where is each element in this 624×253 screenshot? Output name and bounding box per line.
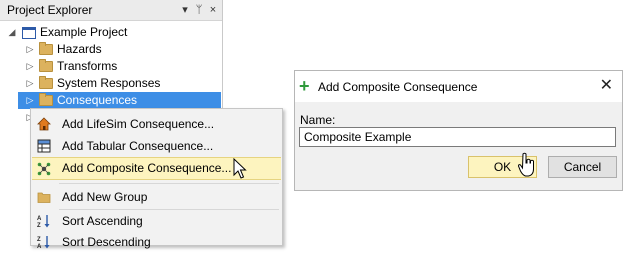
project-icon (22, 27, 36, 39)
menu-item-label: Add LifeSim Consequence... (62, 117, 215, 131)
tree-item-consequences[interactable]: ▷ Consequences (18, 92, 221, 109)
project-explorer-header: Project Explorer ▾ ᛘ × (0, 0, 222, 21)
house-icon (37, 117, 51, 131)
hand-cursor-icon (518, 152, 536, 178)
sort-ascending-icon: A Z (37, 214, 51, 228)
menu-separator (59, 183, 279, 184)
cancel-button[interactable]: Cancel (548, 156, 617, 178)
menu-item-add-new-group[interactable]: Add New Group (32, 186, 281, 208)
menu-item-sort-ascending[interactable]: A Z Sort Ascending (32, 210, 281, 232)
menu-item-sort-descending[interactable]: Z A Sort Descending (32, 231, 281, 253)
menu-item-label: Add Tabular Consequence... (62, 139, 214, 153)
collapsed-arrow-icon[interactable]: ▷ (25, 75, 35, 92)
menu-item-add-tabular-consequence[interactable]: Add Tabular Consequence... (32, 135, 281, 157)
tree-item-example-project[interactable]: ◢ Example Project (0, 24, 222, 41)
tree-item-hazards[interactable]: ▷ Hazards (0, 41, 222, 58)
menu-item-add-lifesim-consequence[interactable]: Add LifeSim Consequence... (32, 113, 281, 135)
composite-icon (37, 162, 51, 176)
project-explorer-title: Project Explorer (7, 3, 93, 17)
menu-item-label: Add Composite Consequence... (62, 161, 232, 175)
tree-item-transforms[interactable]: ▷ Transforms (0, 58, 222, 75)
sort-descending-icon: Z A (37, 235, 51, 249)
collapsed-arrow-icon[interactable]: ▷ (25, 92, 35, 109)
expanded-arrow-icon[interactable]: ◢ (7, 24, 17, 41)
dialog-titlebar: + Add Composite Consequence ✕ (295, 71, 622, 102)
close-icon[interactable]: × (206, 2, 220, 18)
menu-item-label: Sort Ascending (62, 214, 143, 228)
plus-icon: + (299, 76, 310, 96)
collapsed-arrow-icon[interactable]: ▷ (25, 58, 35, 75)
tree-item-label: Example Project (40, 25, 128, 39)
folder-icon (39, 93, 53, 106)
menu-item-label: Add New Group (62, 190, 148, 204)
tree-item-label: System Responses (57, 76, 161, 90)
tree-item-label: Hazards (57, 42, 102, 56)
folder-icon (37, 190, 51, 204)
name-input[interactable] (299, 127, 616, 147)
svg-text:Z: Z (37, 223, 41, 228)
tree-item-label: Consequences (57, 93, 138, 107)
tree-item-system-responses[interactable]: ▷ System Responses (0, 75, 222, 92)
add-composite-consequence-dialog: + Add Composite Consequence ✕ Name: OK C… (294, 70, 623, 191)
table-icon (37, 139, 51, 153)
svg-text:A: A (37, 216, 42, 222)
pin-icon[interactable]: ᛘ (192, 2, 206, 18)
mouse-cursor-icon (233, 158, 247, 180)
tree-item-label: Transforms (57, 59, 118, 73)
collapsed-arrow-icon[interactable]: ▷ (25, 41, 35, 58)
folder-icon (39, 76, 53, 89)
folder-icon (39, 59, 53, 72)
dropdown-arrow-icon[interactable]: ▾ (178, 2, 192, 18)
close-icon[interactable]: ✕ (600, 77, 613, 95)
dialog-title: Add Composite Consequence (318, 80, 478, 94)
menu-item-label: Sort Descending (62, 235, 151, 249)
svg-text:A: A (37, 244, 42, 249)
name-label: Name: (300, 113, 336, 127)
folder-icon (39, 42, 53, 55)
svg-text:Z: Z (37, 237, 41, 243)
